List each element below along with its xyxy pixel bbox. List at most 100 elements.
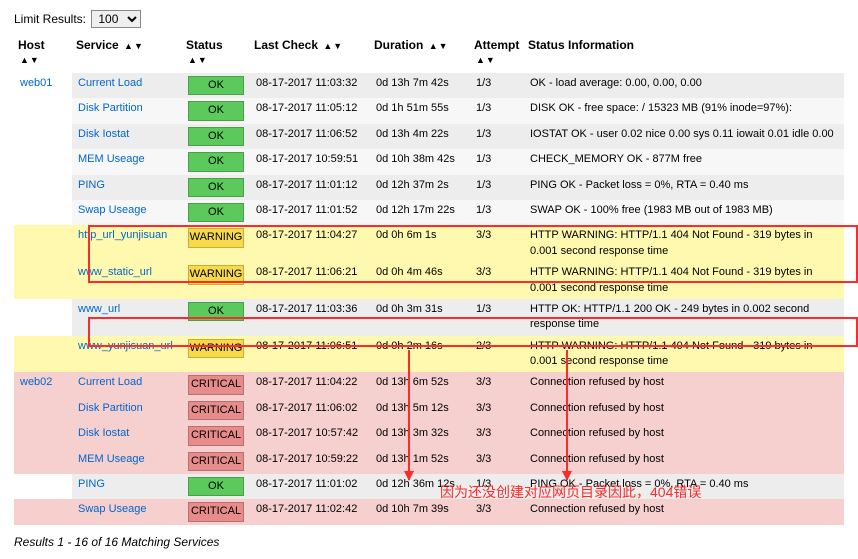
duration-cell: 0d 13h 7m 42s bbox=[370, 73, 470, 99]
status-cell: WARNING bbox=[182, 262, 250, 299]
status-badge: WARNING bbox=[188, 339, 244, 358]
service-cell: Current Load bbox=[72, 73, 182, 99]
attempt-cell: 1/3 bbox=[470, 149, 524, 174]
sort-icon[interactable]: ▲▼ bbox=[188, 56, 207, 64]
last-check-cell: 08-17-2017 11:01:12 bbox=[250, 175, 370, 200]
status-cell: CRITICAL bbox=[182, 423, 250, 448]
host-cell bbox=[14, 149, 72, 174]
sort-icon[interactable]: ▲▼ bbox=[20, 56, 39, 64]
status-cell: WARNING bbox=[182, 225, 250, 262]
host-cell bbox=[14, 449, 72, 474]
host-cell: web02 bbox=[14, 372, 72, 397]
service-link[interactable]: Disk Partition bbox=[78, 402, 143, 414]
status-badge: OK bbox=[188, 101, 244, 120]
sort-icon[interactable]: ▲▼ bbox=[476, 56, 495, 64]
table-row: PINGOK08-17-2017 11:01:120d 12h 37m 2s1/… bbox=[14, 175, 844, 200]
host-cell bbox=[14, 175, 72, 200]
table-row: Disk IostatCRITICAL08-17-2017 10:57:420d… bbox=[14, 423, 844, 448]
limit-results-select[interactable]: 100 bbox=[91, 10, 141, 28]
service-cell: Disk Iostat bbox=[72, 124, 182, 149]
last-check-cell: 08-17-2017 11:04:22 bbox=[250, 372, 370, 397]
status-cell: OK bbox=[182, 149, 250, 174]
status-badge: CRITICAL bbox=[188, 375, 244, 394]
status-info-cell: DISK OK - free space: / 15323 MB (91% in… bbox=[524, 98, 844, 123]
service-link[interactable]: Swap Useage bbox=[78, 503, 147, 515]
service-link[interactable]: http_url_yunjisuan bbox=[78, 229, 167, 241]
service-link[interactable]: PING bbox=[78, 478, 105, 490]
col-duration[interactable]: Duration ▲▼ bbox=[370, 36, 470, 73]
service-link[interactable]: Disk Partition bbox=[78, 102, 143, 114]
attempt-cell: 1/3 bbox=[470, 73, 524, 99]
host-cell bbox=[14, 398, 72, 423]
host-cell bbox=[14, 336, 72, 373]
status-badge: WARNING bbox=[188, 228, 244, 247]
service-link[interactable]: PING bbox=[78, 179, 105, 191]
table-row: Swap UseageCRITICAL08-17-2017 11:02:420d… bbox=[14, 499, 844, 524]
service-cell: www_url bbox=[72, 299, 182, 336]
status-badge: OK bbox=[188, 178, 244, 197]
table-row: http_url_yunjisuan WARNING 08-17-2017 11:0… bbox=[14, 225, 844, 262]
service-link[interactable]: Disk Iostat bbox=[78, 427, 129, 439]
service-link[interactable]: www_url bbox=[78, 303, 120, 315]
last-check-cell: 08-17-2017 10:57:42 bbox=[250, 423, 370, 448]
service-link[interactable]: Swap Useage bbox=[78, 204, 147, 216]
col-last-check[interactable]: Last Check ▲▼ bbox=[250, 36, 370, 73]
service-link[interactable]: Current Load bbox=[78, 77, 142, 89]
host-link[interactable]: web01 bbox=[20, 77, 52, 89]
last-check-cell: 08-17-2017 11:04:27 bbox=[250, 225, 370, 262]
status-badge: CRITICAL bbox=[188, 401, 244, 420]
service-link[interactable]: Disk Iostat bbox=[78, 128, 129, 140]
sort-icon[interactable]: ▲▼ bbox=[124, 42, 143, 50]
status-cell: CRITICAL bbox=[182, 398, 250, 423]
service-link[interactable]: MEM Useage bbox=[78, 153, 145, 165]
service-cell: Current Load bbox=[72, 372, 182, 397]
host-link[interactable]: web02 bbox=[20, 376, 52, 388]
table-row: MEM UseageCRITICAL08-17-2017 10:59:220d … bbox=[14, 449, 844, 474]
col-attempt[interactable]: Attempt ▲▼ bbox=[470, 36, 524, 73]
status-cell: OK bbox=[182, 73, 250, 99]
status-badge: CRITICAL bbox=[188, 502, 244, 521]
table-row: PINGOK08-17-2017 11:01:020d 12h 36m 12s1… bbox=[14, 474, 844, 499]
status-cell: OK bbox=[182, 200, 250, 225]
status-badge: OK bbox=[188, 127, 244, 146]
status-cell: OK bbox=[182, 175, 250, 200]
service-cell: Swap Useage bbox=[72, 499, 182, 524]
sort-icon[interactable]: ▲▼ bbox=[429, 42, 448, 50]
service-link[interactable]: Current Load bbox=[78, 376, 142, 388]
status-cell: WARNING bbox=[182, 336, 250, 373]
annotation-text: 因为还没创建对应网页目录因此，404错误 bbox=[440, 482, 701, 502]
last-check-cell: 08-17-2017 11:06:52 bbox=[250, 124, 370, 149]
host-cell bbox=[14, 262, 72, 299]
attempt-cell: 2/3 bbox=[470, 336, 524, 373]
service-cell: www_static_url bbox=[72, 262, 182, 299]
col-host[interactable]: Host ▲▼ bbox=[14, 36, 72, 73]
host-cell bbox=[14, 499, 72, 524]
duration-cell: 0d 13h 4m 22s bbox=[370, 124, 470, 149]
last-check-cell: 08-17-2017 11:01:52 bbox=[250, 200, 370, 225]
status-info-cell: HTTP WARNING: HTTP/1.1 404 Not Found - 3… bbox=[524, 225, 844, 262]
col-service[interactable]: Service ▲▼ bbox=[72, 36, 182, 73]
col-status[interactable]: Status ▲▼ bbox=[182, 36, 250, 73]
service-link[interactable]: MEM Useage bbox=[78, 453, 145, 465]
service-link[interactable]: www_static_url bbox=[78, 266, 152, 278]
service-cell: Disk Partition bbox=[72, 98, 182, 123]
duration-cell: 0d 10h 7m 39s bbox=[370, 499, 470, 524]
table-row: web01Current LoadOK08-17-2017 11:03:320d… bbox=[14, 73, 844, 99]
attempt-cell: 1/3 bbox=[470, 98, 524, 123]
status-info-cell: HTTP OK: HTTP/1.1 200 OK - 249 bytes in … bbox=[524, 299, 844, 336]
attempt-cell: 3/3 bbox=[470, 225, 524, 262]
status-badge: WARNING bbox=[188, 265, 244, 284]
status-cell: CRITICAL bbox=[182, 449, 250, 474]
table-row: Disk PartitionCRITICAL08-17-2017 11:06:0… bbox=[14, 398, 844, 423]
attempt-cell: 3/3 bbox=[470, 398, 524, 423]
sort-icon[interactable]: ▲▼ bbox=[323, 42, 342, 50]
status-badge: OK bbox=[188, 76, 244, 95]
duration-cell: 0d 1h 51m 55s bbox=[370, 98, 470, 123]
last-check-cell: 08-17-2017 11:01:02 bbox=[250, 474, 370, 499]
last-check-cell: 08-17-2017 11:05:12 bbox=[250, 98, 370, 123]
service-link[interactable]: www_yunjisuan_url bbox=[78, 340, 173, 352]
col-status-info: Status Information bbox=[524, 36, 844, 73]
status-info-cell: PING OK - Packet loss = 0%, RTA = 0.40 m… bbox=[524, 175, 844, 200]
host-cell bbox=[14, 474, 72, 499]
status-info-cell: SWAP OK - 100% free (1983 MB out of 1983… bbox=[524, 200, 844, 225]
